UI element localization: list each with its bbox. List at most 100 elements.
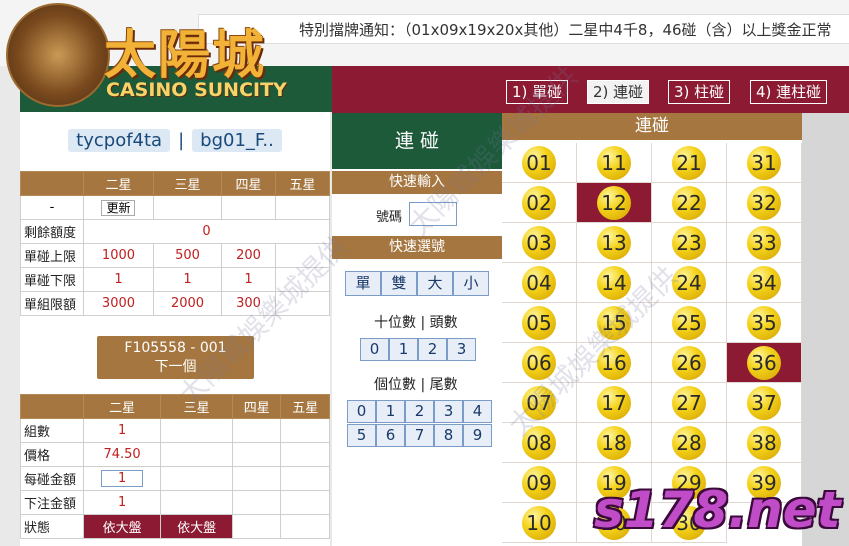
limit-value: 1000 — [83, 243, 154, 268]
row-label: 單碰下限 — [20, 267, 84, 292]
number-cell[interactable]: 02 — [502, 183, 577, 223]
units-1-button[interactable]: 1 — [376, 400, 405, 423]
number-cell[interactable]: 24 — [652, 263, 727, 303]
number-ball: 26 — [672, 346, 706, 380]
number-cell[interactable]: 11 — [577, 143, 652, 183]
number-ball: 07 — [522, 386, 556, 420]
limit-value: 1 — [83, 267, 154, 292]
number-cell[interactable]: 07 — [502, 383, 577, 423]
number-cell[interactable]: 14 — [577, 263, 652, 303]
number-ball: 15 — [597, 306, 631, 340]
number-cell[interactable]: 10 — [502, 503, 577, 543]
number-cell[interactable]: 37 — [727, 383, 802, 423]
empty-cell — [280, 490, 330, 515]
odd-button[interactable]: 單 — [345, 271, 381, 296]
price: 74.50 — [82, 442, 162, 467]
logo-subtitle: CASINO SUNCITY — [106, 79, 287, 101]
number-cell[interactable]: 04 — [502, 263, 577, 303]
code-input[interactable] — [409, 202, 457, 226]
number-ball: 28 — [672, 426, 706, 460]
units-3-button[interactable]: 3 — [434, 400, 463, 423]
row-label: 價格 — [20, 442, 84, 467]
group-count: 1 — [82, 418, 162, 443]
number-cell[interactable]: 01 — [502, 143, 577, 183]
number-ball: 38 — [747, 426, 781, 460]
units-7-button[interactable]: 7 — [405, 424, 434, 447]
limit-value — [275, 291, 330, 316]
units-9-button[interactable]: 9 — [463, 424, 492, 447]
limit-header: 四星 — [221, 171, 277, 196]
even-button[interactable]: 雙 — [381, 271, 417, 296]
units-6-button[interactable]: 6 — [376, 424, 405, 447]
number-cell[interactable]: 31 — [727, 143, 802, 183]
number-cell[interactable]: 13 — [577, 223, 652, 263]
bet-amount-input[interactable]: 1 — [101, 470, 144, 487]
tens-0-button[interactable]: 0 — [360, 338, 389, 361]
units-4-button[interactable]: 4 — [463, 400, 492, 423]
group-name: bg01_F.. — [192, 129, 282, 152]
number-cell[interactable]: 26 — [652, 343, 727, 383]
tens-buttons: 0 1 2 3 — [360, 338, 476, 361]
number-cell[interactable]: 06 — [502, 343, 577, 383]
number-cell[interactable]: 34 — [727, 263, 802, 303]
units-0-button[interactable]: 0 — [347, 400, 376, 423]
units-8-button[interactable]: 8 — [434, 424, 463, 447]
number-ball: 01 — [522, 146, 556, 180]
number-ball: 25 — [672, 306, 706, 340]
number-cell[interactable]: 16 — [577, 343, 652, 383]
number-cell[interactable]: 22 — [652, 183, 727, 223]
tens-1-button[interactable]: 1 — [389, 338, 418, 361]
limit-value: 200 — [221, 243, 277, 268]
update-cell: 更新 — [83, 195, 154, 220]
tens-2-button[interactable]: 2 — [418, 338, 447, 361]
mode-button-1[interactable]: 1) 單碰 — [506, 80, 569, 104]
number-cell[interactable]: 36 — [727, 343, 802, 383]
number-cell[interactable]: 27 — [652, 383, 727, 423]
big-button[interactable]: 大 — [417, 271, 453, 296]
order-table: 二星 三星 四星 五星 組數 1 價格 74.50 每碰金額 1 下注金額 1 … — [20, 394, 330, 539]
number-cell[interactable]: 35 — [727, 303, 802, 343]
empty-cell — [231, 514, 282, 539]
limit-value: 1 — [152, 267, 223, 292]
number-cell[interactable]: 17 — [577, 383, 652, 423]
next-product-button[interactable]: F105558 - 001 下一個 — [97, 336, 254, 379]
tens-3-button[interactable]: 3 — [447, 338, 476, 361]
mode-button-4[interactable]: 4) 連柱碰 — [750, 80, 828, 104]
number-cell[interactable]: 18 — [577, 423, 652, 463]
empty-cell — [221, 195, 277, 220]
status-badge: 依大盤 — [82, 514, 162, 539]
number-cell[interactable]: 32 — [727, 183, 802, 223]
number-cell[interactable]: 09 — [502, 463, 577, 503]
limit-header: 三星 — [152, 171, 223, 196]
number-cell[interactable]: 23 — [652, 223, 727, 263]
number-cell[interactable]: 28 — [652, 423, 727, 463]
number-cell[interactable]: 12 — [577, 183, 652, 223]
empty-cell — [160, 442, 233, 467]
middle-title: 連 碰 — [332, 113, 502, 169]
number-cell[interactable]: 15 — [577, 303, 652, 343]
number-ball: 12 — [597, 186, 631, 220]
mode-button-3[interactable]: 3) 柱碰 — [668, 80, 731, 104]
number-cell[interactable]: 08 — [502, 423, 577, 463]
number-ball: 21 — [672, 146, 706, 180]
number-cell[interactable]: 33 — [727, 223, 802, 263]
limit-value: 300 — [221, 291, 277, 316]
update-button[interactable]: 更新 — [101, 200, 136, 216]
number-ball: 27 — [672, 386, 706, 420]
mode-button-2[interactable]: 2) 連碰 — [587, 80, 650, 104]
number-ball: 32 — [747, 186, 781, 220]
number-cell[interactable]: 05 — [502, 303, 577, 343]
limit-value: 3000 — [83, 291, 154, 316]
units-5-button[interactable]: 5 — [347, 424, 376, 447]
number-ball: 24 — [672, 266, 706, 300]
small-button[interactable]: 小 — [453, 271, 489, 296]
number-cell[interactable]: 21 — [652, 143, 727, 183]
number-cell[interactable]: 38 — [727, 423, 802, 463]
number-ball: 13 — [597, 226, 631, 260]
suncity-logo: 太陽城 CASINO SUNCITY — [6, 3, 296, 107]
number-cell[interactable]: 25 — [652, 303, 727, 343]
number-ball: 08 — [522, 426, 556, 460]
limit-dash: - — [20, 195, 84, 220]
units-2-button[interactable]: 2 — [405, 400, 434, 423]
number-cell[interactable]: 03 — [502, 223, 577, 263]
